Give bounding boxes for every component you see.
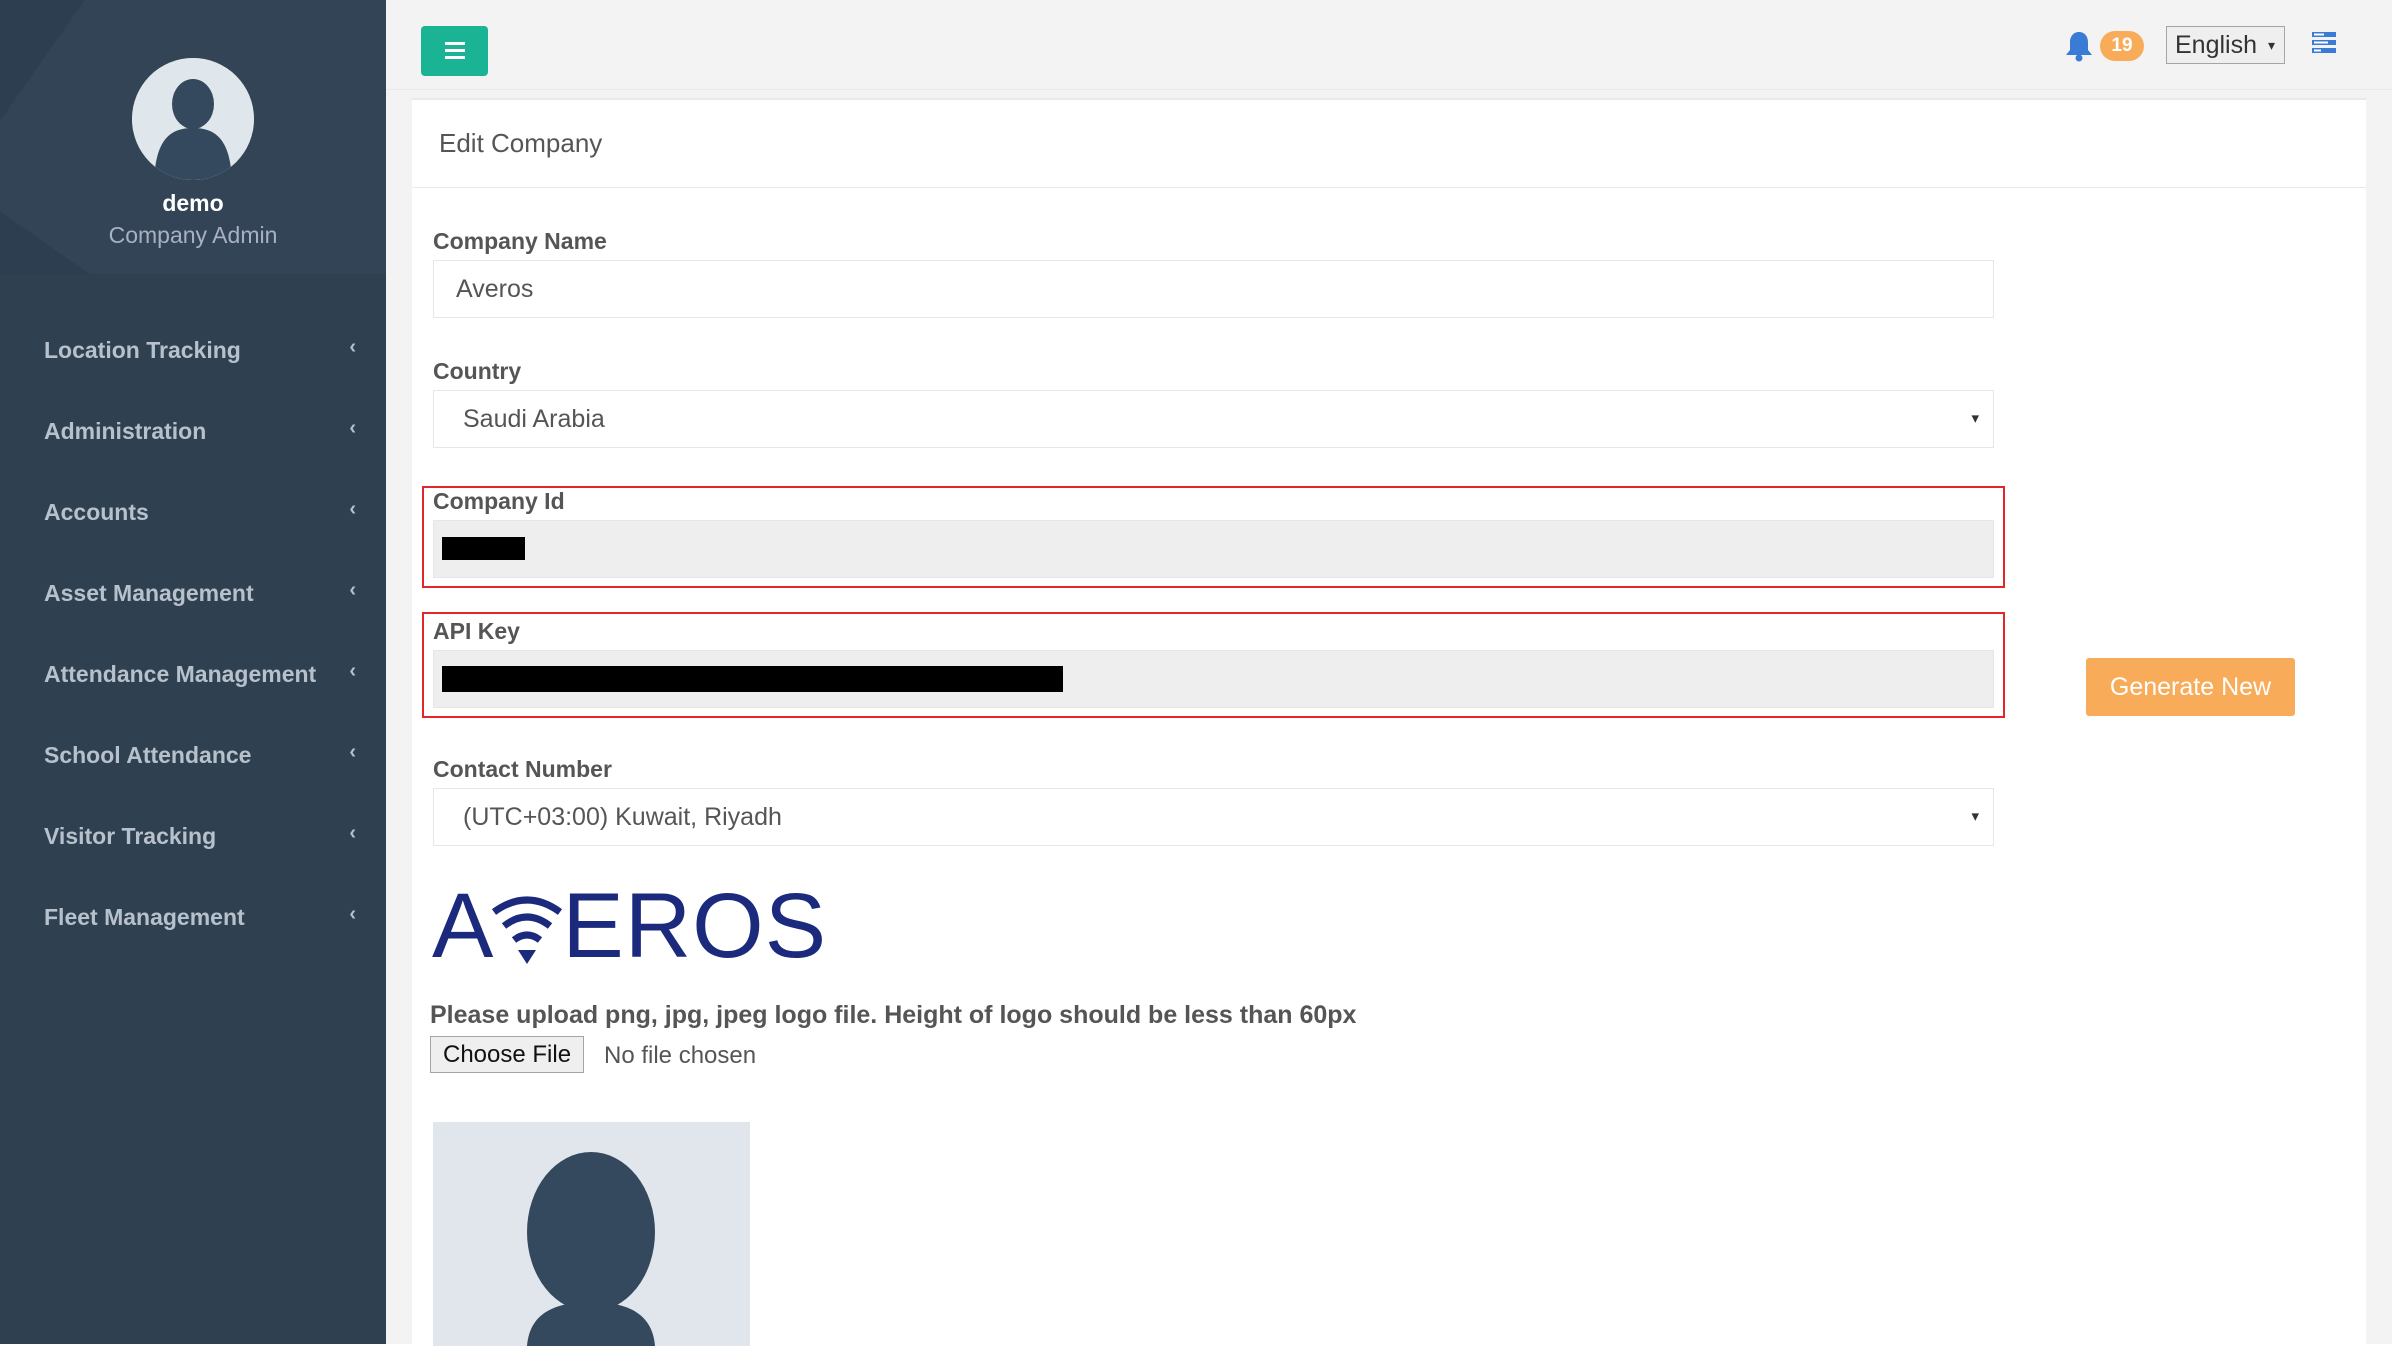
menu-toggle-button[interactable] bbox=[421, 26, 488, 76]
chevron-left-icon: ‹ bbox=[349, 903, 356, 925]
logo-preview-image bbox=[433, 1122, 750, 1346]
page-title: Edit Company bbox=[412, 100, 2366, 188]
sidebar-item-label: Fleet Management bbox=[44, 904, 245, 930]
sidebar: demo Company Admin Location Tracking ‹ A… bbox=[0, 0, 386, 1344]
file-status-text: No file chosen bbox=[604, 1042, 757, 1069]
company-name-value: Averos bbox=[456, 275, 534, 303]
contact-number-label: Contact Number bbox=[433, 756, 612, 782]
language-select-value: English bbox=[2175, 31, 2257, 59]
sidebar-item-administration[interactable]: Administration ‹ bbox=[0, 387, 386, 468]
country-select[interactable]: Saudi Arabia ▾ bbox=[433, 390, 1994, 448]
sidebar-item-label: Visitor Tracking bbox=[44, 823, 217, 849]
wifi-icon bbox=[488, 880, 566, 987]
chevron-left-icon: ‹ bbox=[349, 741, 356, 763]
chevron-left-icon: ‹ bbox=[349, 417, 356, 439]
top-navbar: 19 English ▾ bbox=[386, 0, 2392, 90]
company-name-input[interactable]: Averos bbox=[433, 260, 1994, 318]
chevron-left-icon: ‹ bbox=[349, 660, 356, 682]
api-key-input[interactable] bbox=[433, 650, 1994, 708]
api-key-label: API Key bbox=[433, 618, 520, 644]
sidebar-item-visitor-tracking[interactable]: Visitor Tracking ‹ bbox=[0, 792, 386, 873]
sidebar-item-label: School Attendance bbox=[44, 742, 252, 768]
user-silhouette-icon bbox=[132, 58, 254, 180]
hamburger-icon-bar bbox=[445, 56, 465, 59]
main-content: Edit Company Company Name Averos Country… bbox=[386, 90, 2392, 1346]
notification-count-badge[interactable]: 19 bbox=[2100, 31, 2144, 61]
sidebar-item-school-attendance[interactable]: School Attendance ‹ bbox=[0, 711, 386, 792]
logo-letter-a: A bbox=[432, 875, 495, 977]
tasks-icon[interactable] bbox=[2312, 32, 2338, 59]
choose-file-button[interactable]: Choose File bbox=[430, 1036, 585, 1073]
sidebar-nav: Location Tracking ‹ Administration ‹ Acc… bbox=[0, 306, 386, 954]
caret-down-icon: ▾ bbox=[1971, 808, 1979, 825]
avatar[interactable] bbox=[132, 58, 254, 180]
hamburger-icon-bar bbox=[445, 49, 465, 52]
chevron-left-icon: ‹ bbox=[349, 579, 356, 601]
sidebar-item-label: Location Tracking bbox=[44, 337, 241, 363]
profile-name[interactable]: demo bbox=[0, 190, 386, 217]
company-id-input[interactable] bbox=[433, 520, 1994, 578]
sidebar-item-fleet-management[interactable]: Fleet Management ‹ bbox=[0, 873, 386, 954]
company-logo: A EROS bbox=[432, 880, 827, 980]
generate-new-button[interactable]: Generate New bbox=[2086, 658, 2295, 716]
contact-number-select-value: (UTC+03:00) Kuwait, Riyadh bbox=[463, 803, 782, 831]
sidebar-item-label: Administration bbox=[44, 418, 207, 444]
country-label: Country bbox=[433, 358, 522, 384]
hamburger-icon bbox=[445, 42, 465, 45]
sidebar-item-accounts[interactable]: Accounts ‹ bbox=[0, 468, 386, 549]
caret-down-icon: ▾ bbox=[2267, 37, 2275, 53]
company-name-label: Company Name bbox=[433, 228, 607, 254]
sidebar-item-label: Accounts bbox=[44, 499, 149, 525]
bell-icon[interactable] bbox=[2064, 30, 2094, 67]
sidebar-item-label: Attendance Management bbox=[44, 661, 317, 687]
sidebar-item-location-tracking[interactable]: Location Tracking ‹ bbox=[0, 306, 386, 387]
user-silhouette-icon bbox=[527, 1152, 655, 1346]
edit-company-panel: Edit Company Company Name Averos Country… bbox=[412, 98, 2366, 1346]
upload-note: Please upload png, jpg, jpeg logo file. … bbox=[430, 1001, 1357, 1029]
contact-number-select[interactable]: (UTC+03:00) Kuwait, Riyadh ▾ bbox=[433, 788, 1994, 846]
language-select[interactable]: English ▾ bbox=[2166, 26, 2285, 64]
sidebar-item-asset-management[interactable]: Asset Management ‹ bbox=[0, 549, 386, 630]
sidebar-item-label: Asset Management bbox=[44, 580, 254, 606]
chevron-left-icon: ‹ bbox=[349, 822, 356, 844]
redacted-api-key bbox=[442, 666, 1063, 692]
redacted-company-id bbox=[442, 537, 525, 560]
caret-down-icon: ▾ bbox=[1971, 410, 1979, 427]
sidebar-item-attendance-management[interactable]: Attendance Management ‹ bbox=[0, 630, 386, 711]
country-select-value: Saudi Arabia bbox=[463, 405, 605, 433]
logo-letters-eros: EROS bbox=[562, 875, 828, 977]
chevron-left-icon: ‹ bbox=[349, 336, 356, 358]
profile-panel: demo Company Admin bbox=[0, 0, 386, 274]
profile-role: Company Admin bbox=[108, 222, 278, 248]
chevron-left-icon: ‹ bbox=[349, 498, 356, 520]
company-id-label: Company Id bbox=[433, 488, 565, 514]
